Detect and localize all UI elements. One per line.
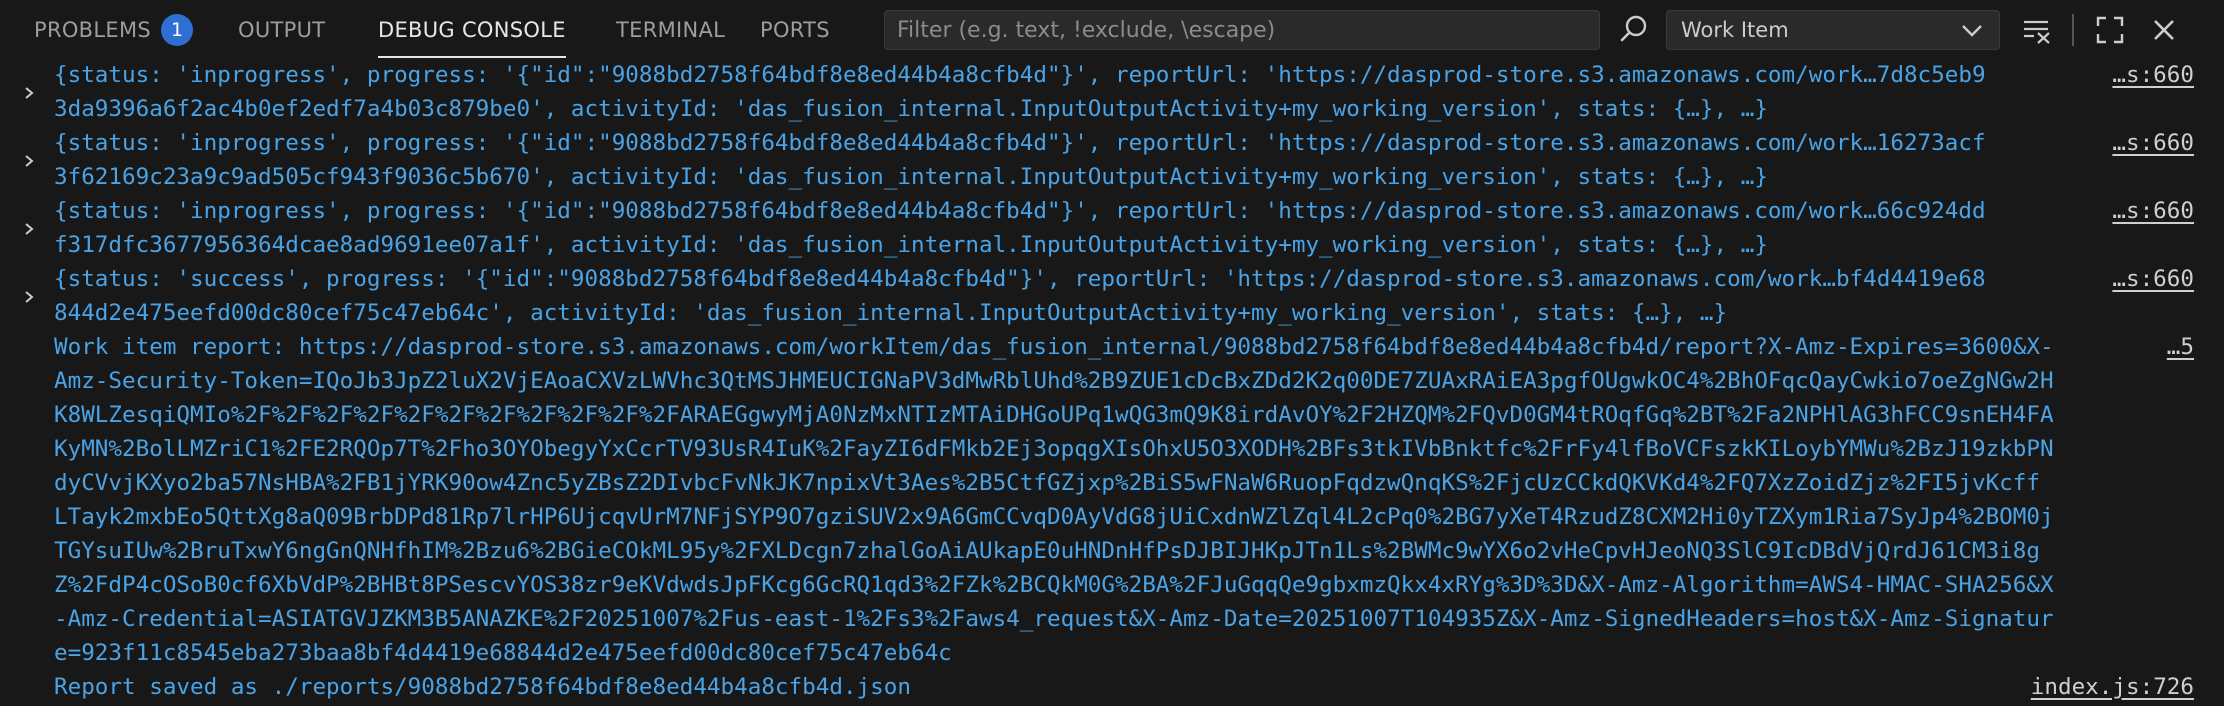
debug-console-output: {status: 'inprogress', progress: '{"id":… — [0, 60, 2224, 706]
tab-output-label: OUTPUT — [238, 18, 326, 42]
report-line: KyMN%2BolLMZriC1%2FE2RQOp7T%2Fho3OYObegy… — [54, 436, 2054, 462]
clear-console-icon[interactable] — [2022, 16, 2052, 44]
log-entry-line: f317dfc3677956364dcae8ad9691ee07a1f', ac… — [54, 232, 1768, 258]
report-line: Work item report: https://dasprod-store.… — [54, 334, 2054, 360]
toolbar-divider — [2072, 14, 2074, 46]
report-line: Amz-Security-Token=IQoJb3JpZ2luX2VjEAoaC… — [54, 368, 2054, 394]
log-entry-line: {status: 'inprogress', progress: '{"id":… — [54, 62, 1986, 88]
log-entry-line: 844d2e475eefd00dc80cef75c47eb64c', activ… — [54, 300, 1728, 326]
report-line: K8WLZesqiQMIo%2F%2F%2F%2F%2F%2F%2F%2F%2F… — [54, 402, 2054, 428]
maximize-icon[interactable] — [2096, 16, 2124, 44]
filter-box — [884, 10, 1600, 50]
source-link[interactable]: …s:660 — [2112, 58, 2194, 92]
problems-count-badge: 1 — [161, 14, 193, 46]
source-link[interactable]: index.js:726 — [2031, 670, 2194, 704]
close-icon[interactable] — [2152, 18, 2176, 42]
chevron-right-icon[interactable] — [22, 290, 36, 304]
tab-terminal-label: TERMINAL — [616, 18, 726, 42]
report-line: dyCVvjKXyo2ba57NsHBA%2FB1jYRK90ow4Znc5yZ… — [54, 470, 2040, 496]
log-entry-line: {status: 'inprogress', progress: '{"id":… — [54, 198, 1986, 224]
search-icon[interactable] — [1618, 14, 1650, 46]
report-line: Z%2FdP4cOSoB0cf6XbVdP%2BHBt8PSescvYOS38z… — [54, 572, 2054, 598]
source-link[interactable]: …s:660 — [2112, 194, 2194, 228]
chevron-right-icon[interactable] — [22, 86, 36, 100]
chevron-right-icon[interactable] — [22, 222, 36, 236]
session-select-value: Work Item — [1681, 18, 1789, 42]
source-link[interactable]: …s:660 — [2112, 126, 2194, 160]
tab-ports[interactable]: PORTS — [760, 0, 830, 60]
tab-problems[interactable]: PROBLEMS — [34, 0, 151, 60]
tab-problems-label: PROBLEMS — [34, 18, 152, 42]
log-entry-line: {status: 'success', progress: '{"id":"90… — [54, 266, 1986, 292]
log-entry-line: 3f62169c23a9c9ad505cf943f9036c5b670', ac… — [54, 164, 1768, 190]
tab-output[interactable]: OUTPUT — [238, 0, 325, 60]
tab-terminal[interactable]: TERMINAL — [616, 0, 725, 60]
report-line: -Amz-Credential=ASIATGVJZKM3B5ANAZKE%2F2… — [54, 606, 2054, 632]
chevron-right-icon[interactable] — [22, 154, 36, 168]
panel-header: PROBLEMS 1 OUTPUT DEBUG CONSOLE TERMINAL… — [0, 0, 2224, 60]
report-line: TGYsuIUw%2BruTxwY6ngGnQNHfhIM%2Bzu6%2BGi… — [54, 538, 2040, 564]
tab-ports-label: PORTS — [760, 18, 830, 42]
source-link[interactable]: …5 — [2167, 330, 2194, 364]
tab-debug-console[interactable]: DEBUG CONSOLE — [378, 0, 566, 60]
chevron-down-icon — [1962, 25, 1982, 37]
saved-line: Report saved as ./reports/9088bd2758f64b… — [54, 674, 911, 700]
report-line: LTayk2mxbEo5QttXg8aQ09BrbDPd81Rp7lrHP6Uj… — [54, 504, 2054, 530]
source-link[interactable]: …s:660 — [2112, 262, 2194, 296]
filter-input[interactable] — [885, 11, 1599, 49]
report-line: e=923f11c8545eba273baa8bf4d4419e68844d2e… — [54, 640, 952, 666]
session-select[interactable]: Work Item — [1666, 10, 2000, 50]
log-entry-line: 3da9396a6f2ac4b0ef2edf7a4b03c879be0', ac… — [54, 96, 1768, 122]
log-entry-line: {status: 'inprogress', progress: '{"id":… — [54, 130, 1986, 156]
tab-debug-console-label: DEBUG CONSOLE — [378, 18, 566, 42]
